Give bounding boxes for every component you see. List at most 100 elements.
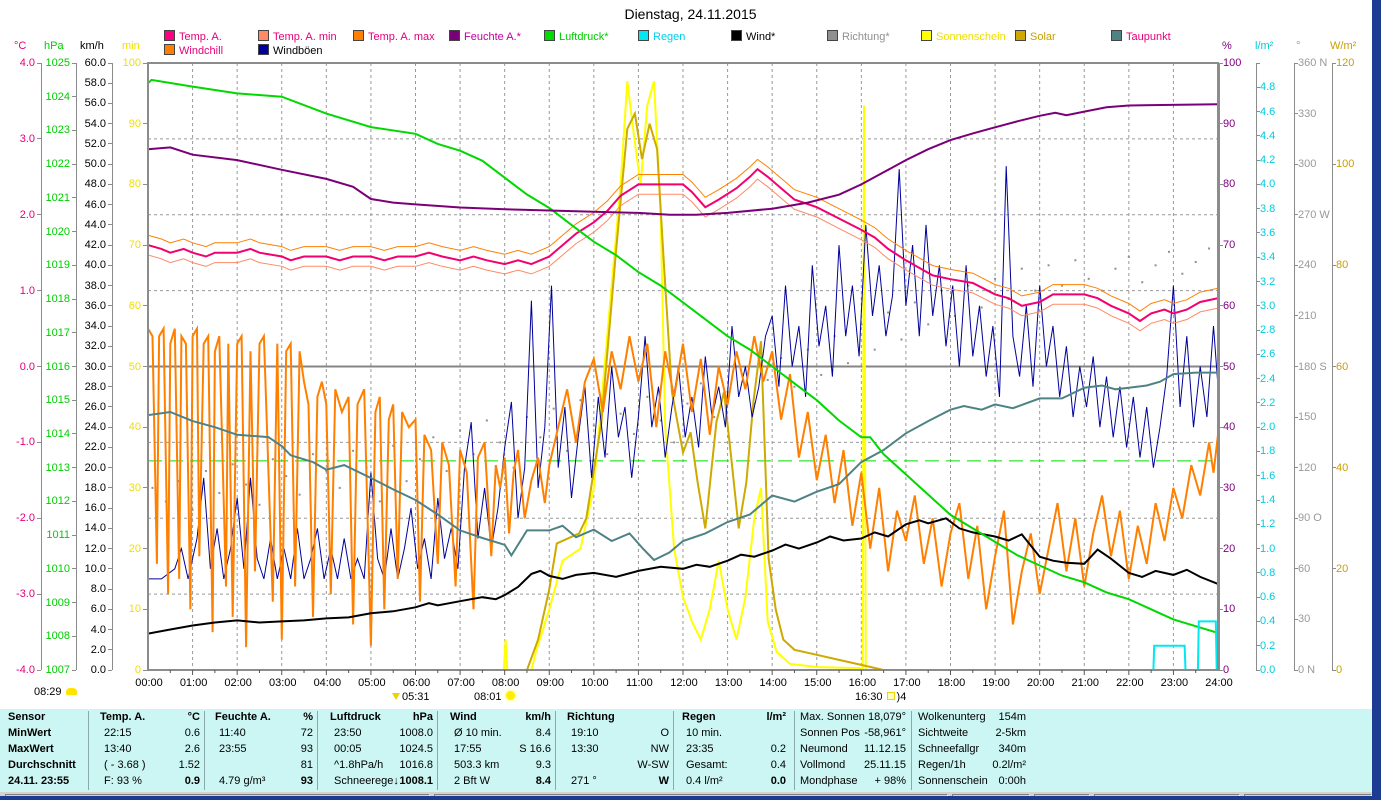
kmh-tick — [108, 406, 112, 408]
table-cell-value: 93 — [300, 775, 313, 787]
legend-color-box — [164, 30, 175, 41]
kmh-tick — [108, 507, 112, 509]
hPa-axis-label: 1012 — [45, 495, 70, 508]
window-right-border — [1372, 0, 1381, 800]
hPa-axis-label: 1022 — [45, 158, 70, 171]
table-col-unit: l/m² — [766, 711, 786, 723]
min-tick — [143, 244, 147, 246]
table-row-label: 24.11. 23:55 — [8, 775, 70, 787]
deg-axis-label: 90 O — [1298, 512, 1322, 525]
sunset-extra: )4 — [896, 691, 907, 703]
astro-value: 11.12.15 — [863, 743, 906, 755]
legend-item-windb-en: Windböen — [258, 44, 323, 57]
min-tick — [143, 183, 147, 185]
kmh-axis-unit: km/h — [80, 40, 104, 52]
deg-axis-label: 120 — [1298, 461, 1317, 474]
kmh-axis-label: 2.0 — [90, 643, 106, 656]
deg-axis-label: 0 N — [1298, 664, 1316, 676]
lm2-axis-label: 3.6 — [1260, 226, 1276, 239]
table-column-separator — [88, 711, 89, 790]
table-cell-time: 13:30 — [571, 743, 599, 755]
legend-color-box — [164, 44, 175, 55]
kmh-tick — [108, 82, 112, 84]
min-tick — [143, 366, 147, 367]
kmh-tick — [108, 204, 112, 206]
lm2-axis-unit: l/m² — [1255, 40, 1274, 52]
legend-item-label: Wind* — [746, 31, 776, 43]
deg-axis-label: 180 S — [1298, 360, 1327, 373]
kmh-axis-label: 48.0 — [84, 178, 106, 191]
pct-axis-label: 0 — [1223, 664, 1230, 676]
deg-axis-label: 300 — [1298, 158, 1317, 171]
pct-axis-label: 90 — [1223, 117, 1236, 130]
x-axis-label: 23:00 — [1160, 677, 1189, 689]
table-cell-value: S 16.6 — [519, 743, 551, 755]
lm2-axis-label: 0.2 — [1260, 639, 1276, 652]
kmh-tick — [108, 446, 112, 448]
wm2-axis-label: 60 — [1336, 360, 1349, 373]
hPa-tick — [72, 129, 76, 131]
sunrise-time: 08:01 — [474, 691, 502, 703]
min-axis-label: 50 — [128, 360, 141, 373]
table-column-separator — [317, 711, 318, 790]
lm2-axis-label: 2.6 — [1260, 348, 1276, 361]
degC-axis-label: -2.0 — [16, 512, 35, 525]
astro-value: + 98% — [874, 775, 907, 787]
degC-tick — [37, 593, 41, 595]
lm2-axis-label: 1.6 — [1260, 469, 1276, 482]
moonset-time: 05:31 — [402, 691, 430, 703]
kmh-tick — [108, 102, 112, 104]
kmh-tick — [108, 386, 112, 388]
table-cell-value: 0.0 — [770, 775, 786, 787]
table-row-label: MaxWert — [8, 743, 54, 755]
kmh-tick — [108, 649, 112, 651]
kmh-axis-label: 42.0 — [84, 239, 106, 252]
legend-item-label: Solar — [1030, 31, 1056, 43]
table-cell-time: 17:55 — [454, 743, 482, 755]
legend-color-box — [258, 44, 269, 55]
series-windboeen — [148, 166, 1218, 580]
legend-item-regen: Regen — [638, 30, 685, 43]
wm2-axis-label: 80 — [1336, 259, 1349, 272]
pct-axis-label: 70 — [1223, 239, 1236, 252]
wm2-axis-label: 0 — [1336, 664, 1343, 676]
extra-value: 0.2l/m² — [992, 759, 1026, 771]
lm2-axis-label: 4.6 — [1260, 105, 1276, 118]
kmh-tick — [108, 629, 112, 631]
min-axis-label: 20 — [128, 542, 141, 555]
x-axis-label: 19:00 — [982, 677, 1010, 689]
table-cell-value: 0.9 — [184, 775, 200, 787]
deg-axis-label: 150 — [1298, 411, 1317, 424]
legend-color-box — [1015, 30, 1026, 41]
legend-color-box — [544, 30, 555, 41]
kmh-axis-label: 0.0 — [90, 664, 106, 676]
kmh-tick — [108, 568, 112, 570]
table-column-separator — [204, 711, 205, 790]
min-axis-label: 90 — [128, 117, 141, 130]
table-cell-value: 1024.5 — [399, 743, 433, 755]
series-temp_a_max — [148, 158, 1218, 312]
x-axis-label: 13:00 — [714, 677, 743, 689]
degC-axis-label: 3.0 — [19, 132, 35, 145]
lm2-axis-label: 4.8 — [1260, 81, 1276, 94]
kmh-axis-label: 10.0 — [84, 562, 106, 575]
kmh-tick — [108, 163, 112, 165]
table-cell-value: 8.4 — [535, 727, 551, 739]
min-axis-label: 0 — [134, 664, 141, 676]
kmh-axis-label: 58.0 — [84, 77, 106, 90]
legend-item-taupunkt: Taupunkt — [1111, 30, 1171, 43]
hPa-tick — [72, 635, 76, 637]
kmh-axis-label: 26.0 — [84, 400, 106, 413]
pct-axis-label: 50 — [1223, 360, 1236, 373]
x-axis-label: 04:00 — [313, 677, 342, 689]
table-cell-time: 10 min. — [686, 727, 723, 739]
pct-axis-label: 100 — [1223, 57, 1242, 69]
legend-item-wind-: Wind* — [731, 30, 776, 43]
legend-item-label: Windböen — [273, 45, 323, 57]
table-row-label: Durchschnitt — [8, 759, 76, 771]
hPa-axis-label: 1015 — [45, 394, 70, 407]
wm2-axis-label: 40 — [1336, 461, 1349, 474]
deg-axis-label: 360 N — [1298, 57, 1328, 69]
lm2-axis-label: 3.2 — [1260, 275, 1276, 288]
degC-axis-label: -1.0 — [16, 436, 35, 449]
